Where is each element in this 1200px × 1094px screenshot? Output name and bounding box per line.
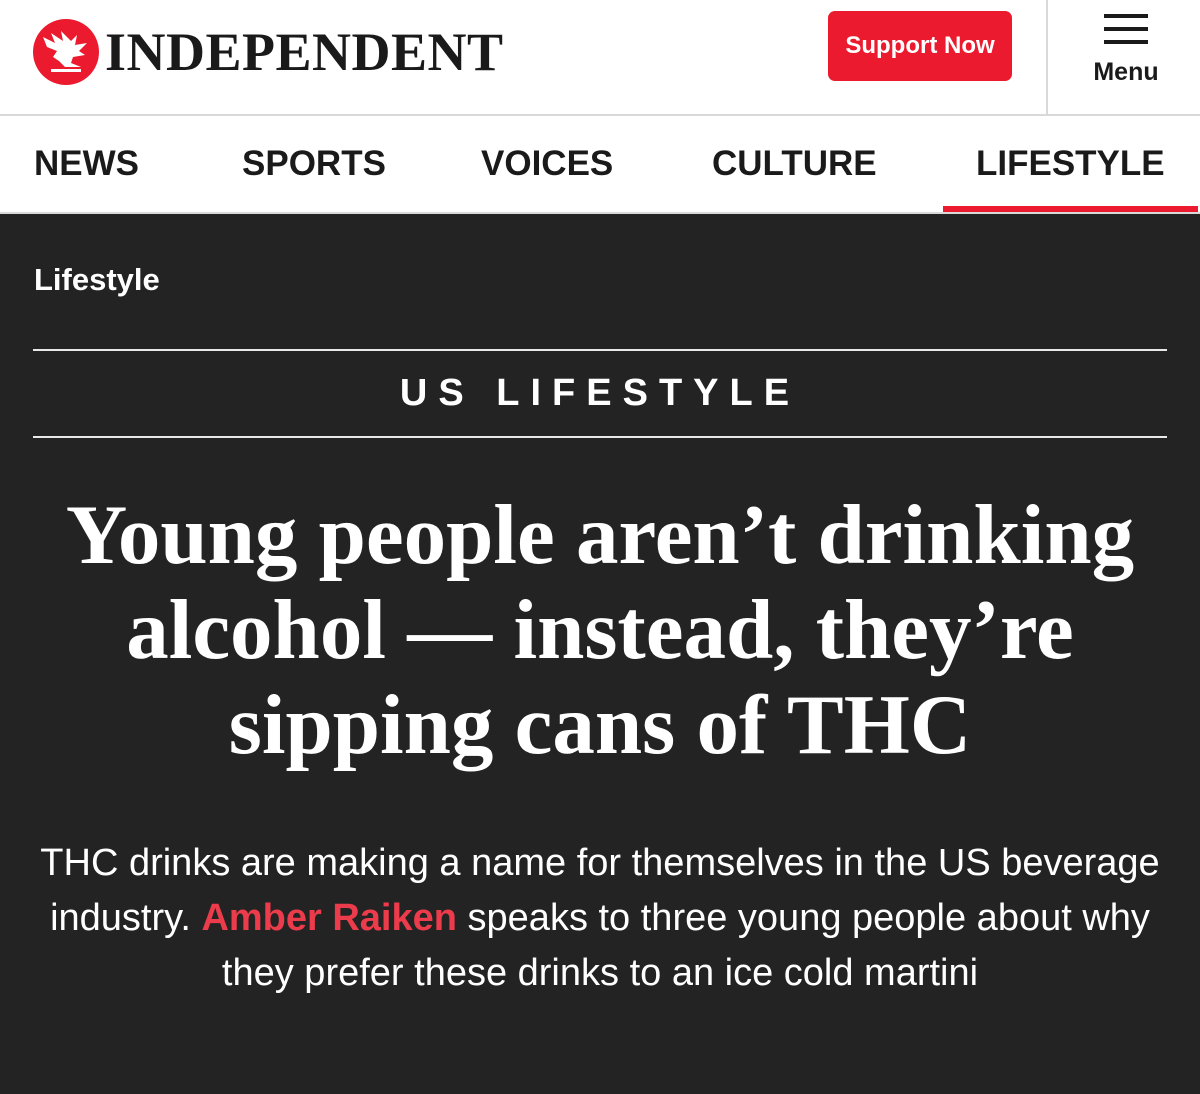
divider-top <box>33 349 1167 351</box>
brand-name: INDEPENDENT <box>105 22 504 82</box>
main-nav: NEWS SPORTS VOICES CULTURE LIFESTYLE <box>0 116 1200 214</box>
article-headline: Young people aren’t drinking alcohol — i… <box>65 488 1135 772</box>
menu-label: Menu <box>1093 58 1159 86</box>
author-link[interactable]: Amber Raiken <box>201 897 457 939</box>
nav-item-lifestyle[interactable]: LIFESTYLE <box>943 116 1198 212</box>
nav-item-news[interactable]: NEWS <box>34 116 139 212</box>
nav-item-voices[interactable]: VOICES <box>481 116 613 212</box>
site-logo[interactable]: INDEPENDENT <box>33 18 504 86</box>
article-standfirst: THC drinks are making a name for themsel… <box>40 836 1160 1001</box>
divider-bottom <box>33 436 1167 438</box>
site-header: INDEPENDENT Support Now Menu <box>0 0 1200 116</box>
nav-item-culture[interactable]: CULTURE <box>712 116 877 212</box>
article-kicker[interactable]: US LIFESTYLE <box>0 372 1200 415</box>
hamburger-icon <box>1104 14 1148 44</box>
nav-item-sports[interactable]: SPORTS <box>242 116 386 212</box>
header-divider <box>1046 0 1048 114</box>
section-breadcrumb[interactable]: Lifestyle <box>34 262 160 298</box>
eagle-icon <box>33 19 99 85</box>
support-now-button[interactable]: Support Now <box>828 11 1012 81</box>
menu-button[interactable]: Menu <box>1076 8 1176 98</box>
